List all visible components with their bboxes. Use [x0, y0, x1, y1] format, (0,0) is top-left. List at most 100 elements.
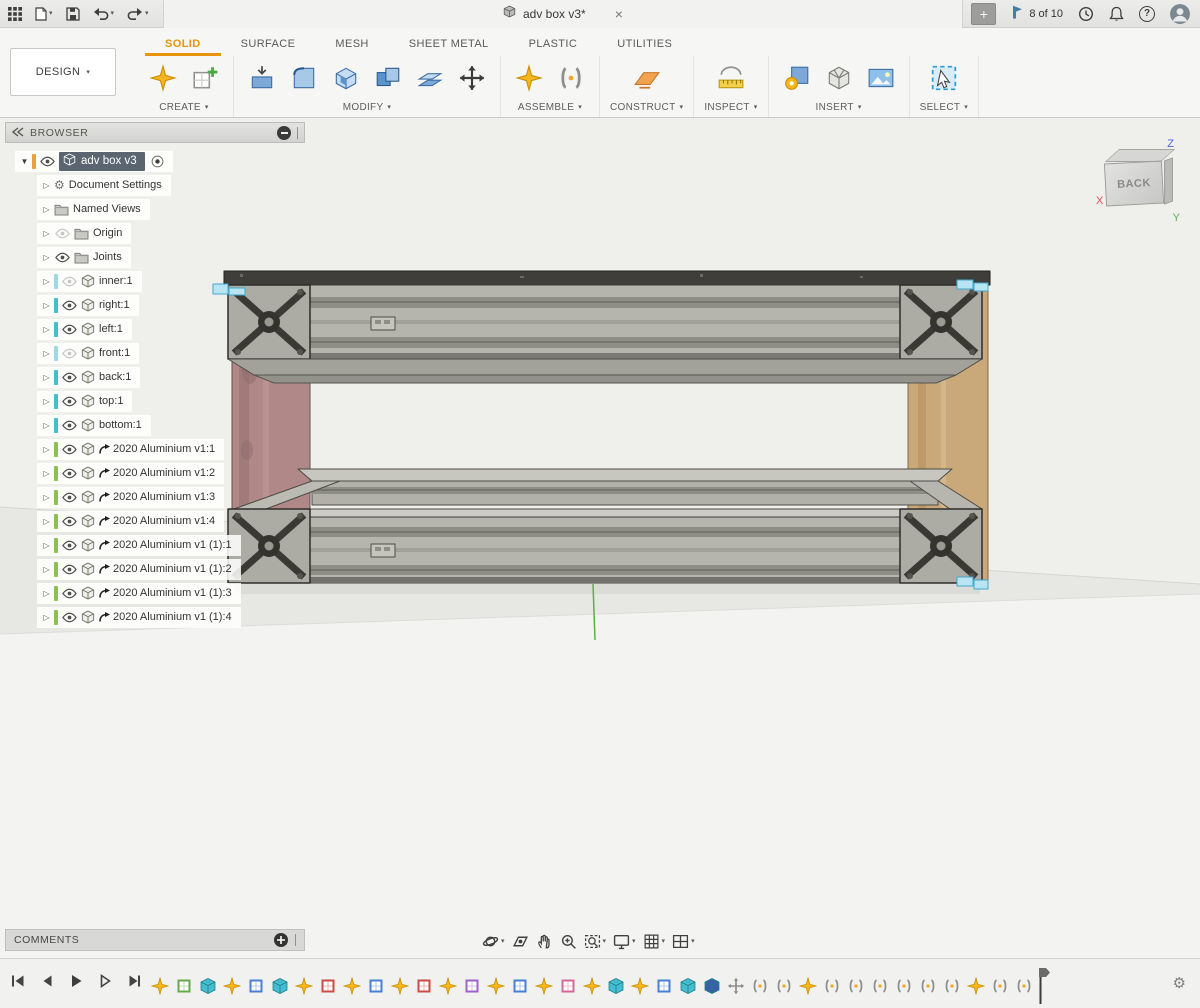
- tab-sheet-metal[interactable]: SHEET METAL: [389, 31, 509, 56]
- expand-arrow-icon[interactable]: ▷: [39, 541, 54, 550]
- browser-row[interactable]: ▷⚙Document Settings: [5, 173, 305, 197]
- offset-face-icon[interactable]: [412, 60, 448, 96]
- timeline-feature-joint[interactable]: [868, 971, 891, 1001]
- workspace-selector[interactable]: DESIGN ▾: [10, 48, 116, 96]
- expand-arrow-icon[interactable]: ▷: [39, 493, 54, 502]
- expand-arrow-icon[interactable]: ▷: [39, 373, 54, 382]
- timeline-feature-component[interactable]: [436, 971, 459, 1001]
- redo-button[interactable]: ▾: [127, 7, 149, 20]
- create-sketch-icon[interactable]: [187, 60, 223, 96]
- timeline-feature-component[interactable]: [484, 971, 507, 1001]
- measure-icon[interactable]: [713, 60, 749, 96]
- visibility-eye-icon[interactable]: [55, 226, 70, 241]
- visibility-eye-icon[interactable]: [62, 538, 77, 553]
- timeline-feature-extrude[interactable]: [196, 971, 219, 1001]
- move-icon[interactable]: [454, 60, 490, 96]
- expand-arrow-icon[interactable]: ▷: [39, 589, 54, 598]
- browser-row[interactable]: ▷2020 Aluminium v1:1: [5, 437, 305, 461]
- play-button[interactable]: [68, 973, 84, 989]
- browser-row[interactable]: ▷inner:1: [5, 269, 305, 293]
- toolbar-group-label[interactable]: ASSEMBLE▾: [518, 99, 582, 115]
- visibility-eye-icon[interactable]: [62, 298, 77, 313]
- display-settings-button[interactable]: ▾: [613, 933, 636, 950]
- new-document-tab-button[interactable]: +: [971, 3, 996, 25]
- browser-row[interactable]: ▷bottom:1: [5, 413, 305, 437]
- timeline-feature-move[interactable]: [724, 971, 747, 1001]
- timeline-feature-component[interactable]: [340, 971, 363, 1001]
- visibility-eye-icon[interactable]: [62, 394, 77, 409]
- browser-row[interactable]: ▷2020 Aluminium v1:3: [5, 485, 305, 509]
- job-status-button[interactable]: 8 of 10: [1011, 5, 1063, 22]
- timeline-feature-joint[interactable]: [820, 971, 843, 1001]
- visibility-eye-icon[interactable]: [62, 322, 77, 337]
- timeline-feature-sketch[interactable]: [412, 971, 435, 1001]
- visibility-eye-icon[interactable]: [62, 418, 77, 433]
- timeline-feature-component[interactable]: [292, 971, 315, 1001]
- panel-resize-handle[interactable]: [297, 127, 298, 139]
- timeline-feature-sketch[interactable]: [172, 971, 195, 1001]
- comments-bar[interactable]: COMMENTS: [5, 929, 305, 951]
- visibility-eye-icon[interactable]: [62, 370, 77, 385]
- timeline-feature-sketch[interactable]: [556, 971, 579, 1001]
- timeline-feature-sketch[interactable]: [364, 971, 387, 1001]
- look-at-button[interactable]: [512, 933, 529, 950]
- timeline-feature-sketch[interactable]: [460, 971, 483, 1001]
- active-component[interactable]: adv box v3: [59, 152, 145, 171]
- new-component-icon[interactable]: [145, 60, 181, 96]
- select-icon[interactable]: [926, 60, 962, 96]
- toolbar-group-label[interactable]: MODIFY▾: [343, 99, 392, 115]
- grid-settings-button[interactable]: ▾: [643, 933, 666, 950]
- expand-arrow-icon[interactable]: ▷: [39, 181, 54, 190]
- browser-row[interactable]: ▷2020 Aluminium v1 (1):1: [5, 533, 305, 557]
- timeline-feature-extrude[interactable]: [676, 971, 699, 1001]
- view-cube[interactable]: BACK Z X Y: [1098, 140, 1186, 226]
- skip-to-end-button[interactable]: [126, 973, 142, 989]
- timeline-feature-component[interactable]: [964, 971, 987, 1001]
- timeline-feature-joint[interactable]: [940, 971, 963, 1001]
- browser-row[interactable]: ▷Origin: [5, 221, 305, 245]
- timeline-feature-joint[interactable]: [748, 971, 771, 1001]
- insert-derive-icon[interactable]: [779, 60, 815, 96]
- visibility-eye-icon[interactable]: [62, 442, 77, 457]
- visibility-eye-icon[interactable]: [62, 346, 77, 361]
- timeline-feature-sketch[interactable]: [508, 971, 531, 1001]
- toolbar-group-label[interactable]: INSPECT▾: [704, 99, 757, 115]
- expand-arrow-icon[interactable]: ▼: [17, 157, 32, 166]
- timeline-feature-component[interactable]: [580, 971, 603, 1001]
- expand-arrow-icon[interactable]: ▷: [39, 517, 54, 526]
- timeline-feature-sketch[interactable]: [244, 971, 267, 1001]
- browser-row[interactable]: ▷2020 Aluminium v1 (1):4: [5, 605, 305, 629]
- visibility-eye-icon[interactable]: [62, 466, 77, 481]
- combine-icon[interactable]: [370, 60, 406, 96]
- timeline-feature-component[interactable]: [148, 971, 171, 1001]
- shell-icon[interactable]: [328, 60, 364, 96]
- app-grid-menu-icon[interactable]: [8, 7, 22, 21]
- timeline-feature-joint[interactable]: [1012, 971, 1035, 1001]
- visibility-eye-icon[interactable]: [62, 610, 77, 625]
- expand-arrow-icon[interactable]: ▷: [39, 253, 54, 262]
- file-menu-button[interactable]: ▾: [35, 7, 53, 21]
- browser-row[interactable]: ▷2020 Aluminium v1 (1):3: [5, 581, 305, 605]
- undo-button[interactable]: ▾: [93, 7, 115, 20]
- timeline-position-marker[interactable]: [1038, 967, 1052, 1005]
- browser-row[interactable]: ▷Joints: [5, 245, 305, 269]
- visibility-eye-icon[interactable]: [62, 274, 77, 289]
- timeline-feature-component[interactable]: [628, 971, 651, 1001]
- browser-row[interactable]: ▷right:1: [5, 293, 305, 317]
- model-assembly[interactable]: [213, 271, 990, 589]
- add-comment-icon[interactable]: [274, 933, 288, 947]
- browser-row[interactable]: ▷front:1: [5, 341, 305, 365]
- browser-row[interactable]: ▷2020 Aluminium v1 (1):2: [5, 557, 305, 581]
- browser-row[interactable]: ▼ adv box v3: [5, 149, 305, 173]
- joint-icon[interactable]: [553, 60, 589, 96]
- step-back-button[interactable]: [39, 973, 55, 989]
- toolbar-group-label[interactable]: CONSTRUCT▾: [610, 99, 683, 115]
- tab-plastic[interactable]: PLASTIC: [509, 31, 598, 56]
- help-icon[interactable]: ?: [1139, 6, 1155, 22]
- visibility-eye-icon[interactable]: [40, 154, 55, 169]
- timeline-feature-sketch[interactable]: [316, 971, 339, 1001]
- browser-row[interactable]: ▷Named Views: [5, 197, 305, 221]
- expand-arrow-icon[interactable]: ▷: [39, 613, 54, 622]
- timeline-feature-joint[interactable]: [772, 971, 795, 1001]
- expand-arrow-icon[interactable]: ▷: [39, 325, 54, 334]
